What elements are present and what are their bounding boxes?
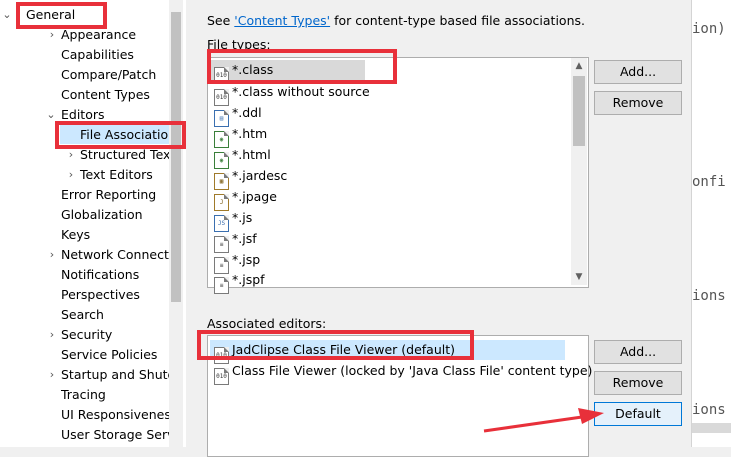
arrow-shaft: [483, 415, 583, 433]
annotation-arrow: [483, 408, 604, 433]
arrow-head-icon: [578, 408, 604, 424]
